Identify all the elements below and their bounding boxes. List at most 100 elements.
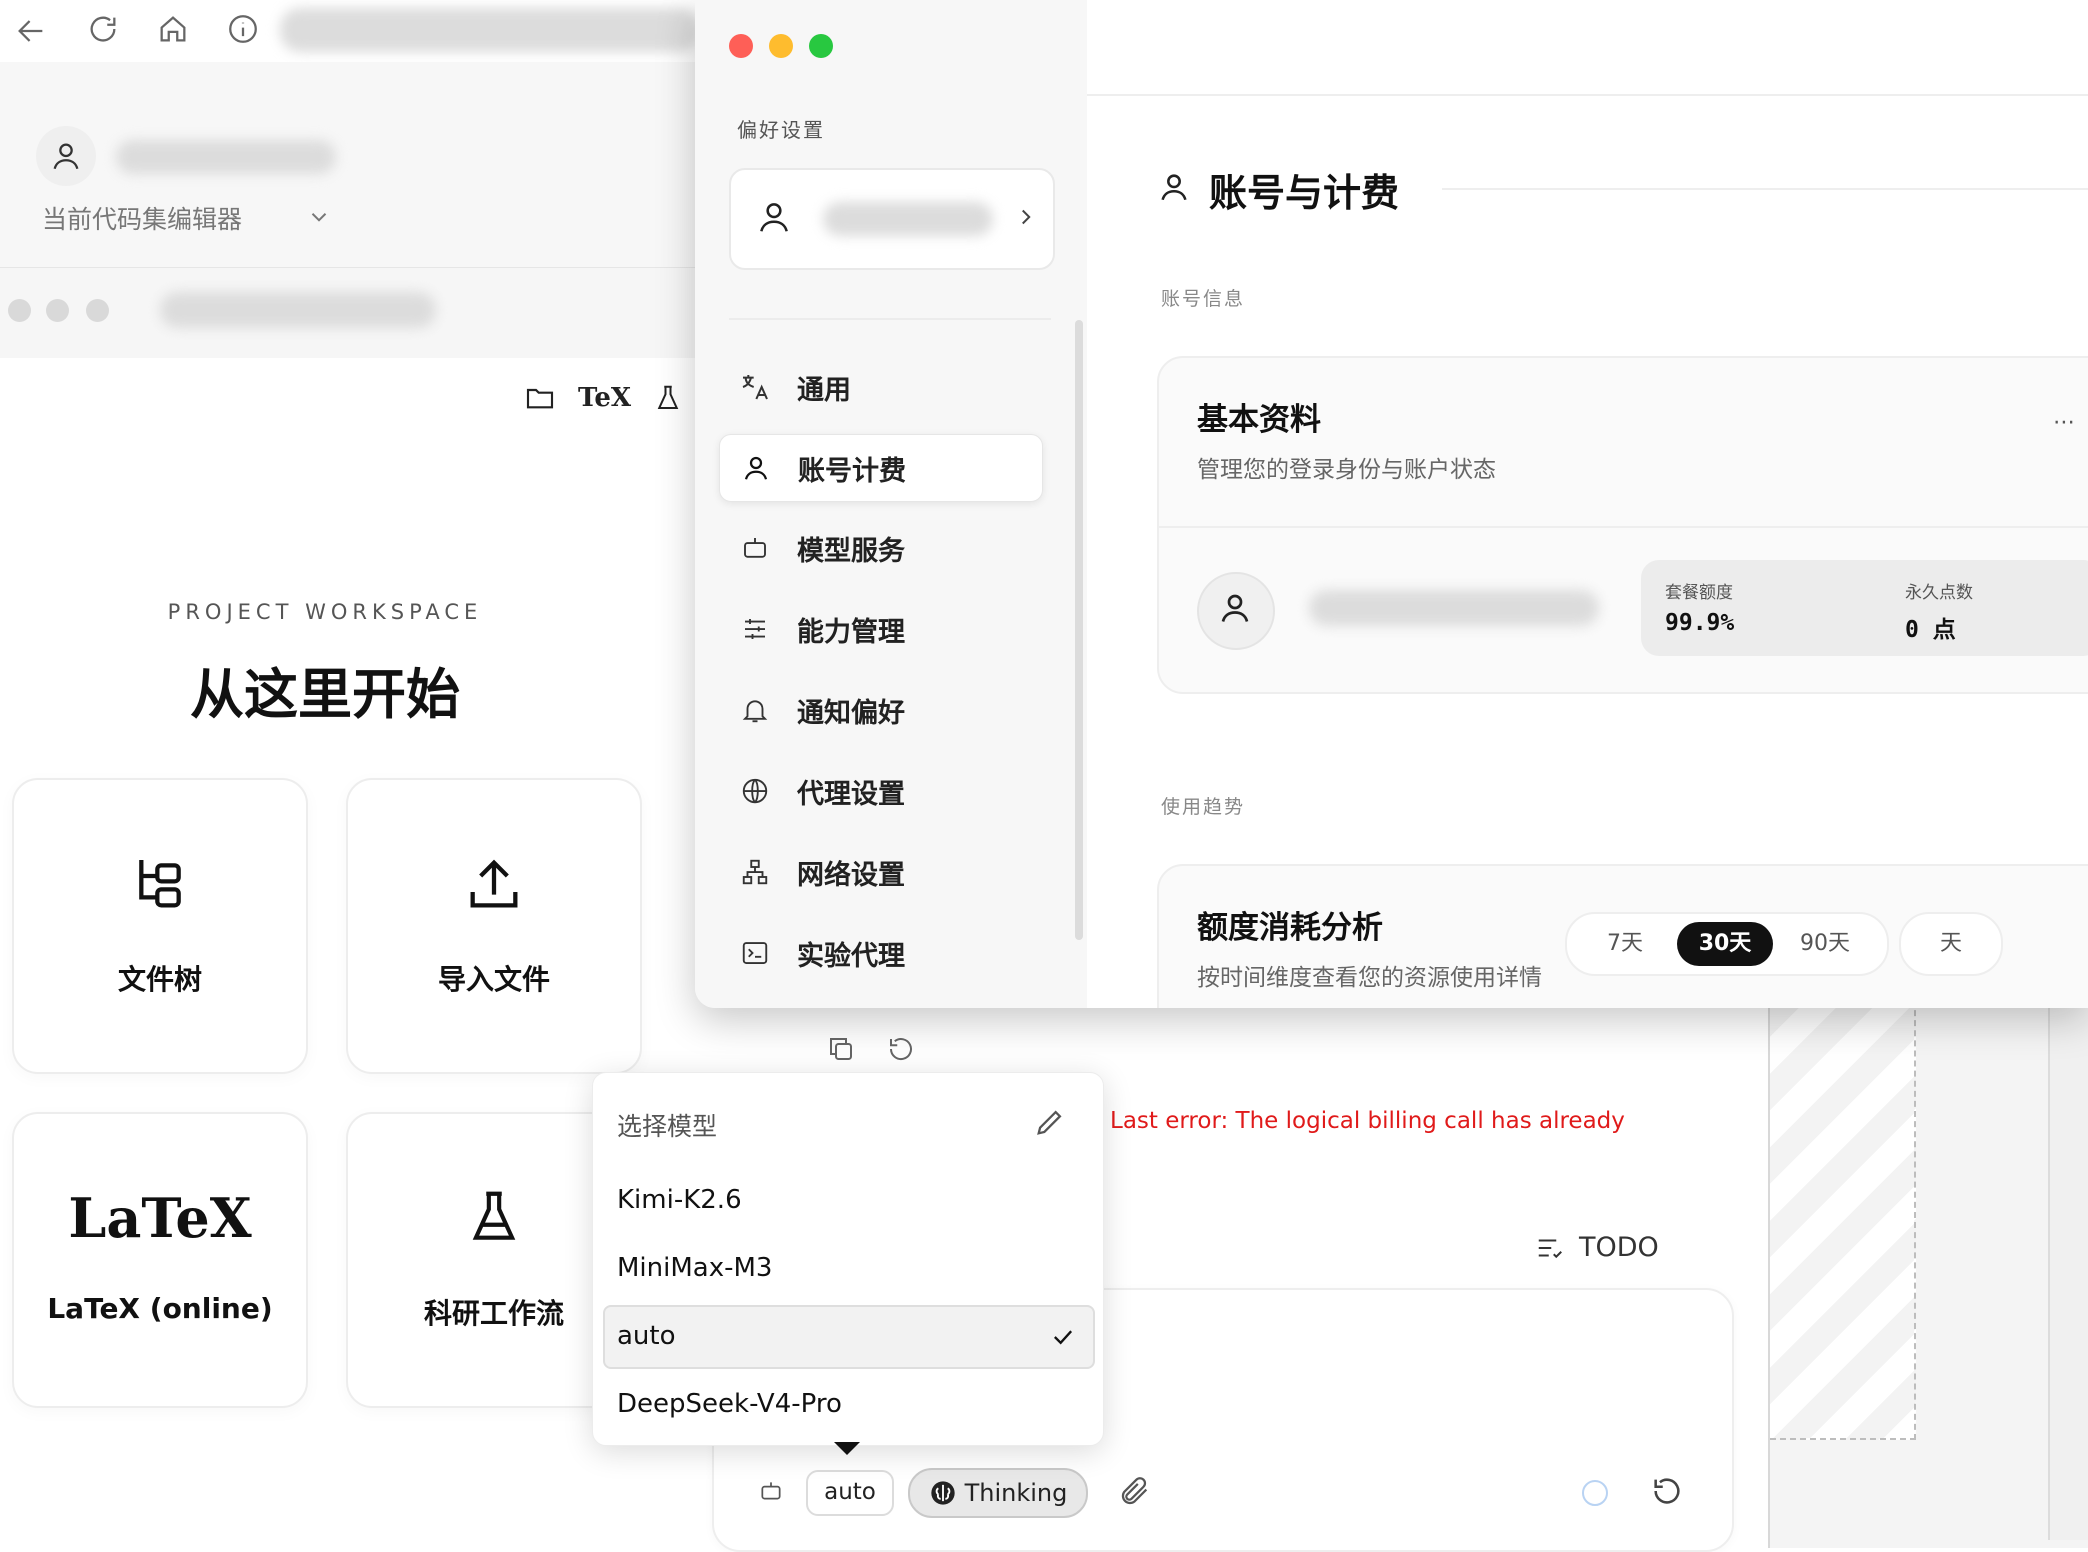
avatar [1197,572,1275,650]
copy-icon[interactable] [826,1034,856,1064]
maximize-button[interactable] [809,34,833,58]
more-icon[interactable]: ⋯ [2053,410,2077,435]
network-icon [737,857,773,887]
model-chip[interactable]: auto [806,1470,894,1516]
nav-item-account-billing[interactable]: 账号计费 [719,434,1043,502]
back-arrow-icon[interactable] [14,14,48,48]
address-bar[interactable] [280,8,700,52]
nav-label: 通用 [797,374,851,406]
account-name-blurred [823,202,993,236]
points-label: 永久点数 [1905,583,1973,603]
nav-label: 代理设置 [797,778,905,810]
chevron-down-icon[interactable] [306,204,332,230]
workspace-toolbar: TeX [524,378,683,418]
upload-icon [348,852,640,916]
card-label: 文件树 [117,963,202,996]
folder-icon[interactable] [524,382,556,414]
close-button[interactable] [729,34,753,58]
robot-icon [737,533,773,563]
window-dot[interactable] [86,299,109,322]
sidebar-scrollbar[interactable] [1075,320,1083,940]
model-option-label: auto [617,1321,676,1351]
error-message: Last error: The logical billing call has… [1110,1108,1625,1134]
edit-icon[interactable] [1033,1105,1067,1139]
model-option[interactable]: DeepSeek-V4-Pro [617,1389,842,1419]
nav-label: 能力管理 [797,616,905,648]
window-dot[interactable] [8,299,31,322]
todo-label: TODO [1579,1232,1659,1263]
nav-item-network[interactable]: 网络设置 [719,839,1041,905]
info-icon[interactable] [226,12,260,46]
workspace-title: 从这里开始 [190,663,460,726]
account-switcher[interactable] [729,168,1055,270]
nav-item-model-service[interactable]: 模型服务 [719,515,1041,581]
nav-label: 通知偏好 [797,697,905,729]
usage-subtitle: 按时间维度查看您的资源使用详情 [1197,965,1542,991]
range-90d[interactable]: 90天 [1777,922,1873,966]
nav-label: 网络设置 [797,859,905,891]
thinking-label: Thinking [964,1479,1068,1507]
nav-label: 账号计费 [798,455,906,487]
flask-icon[interactable] [653,383,683,413]
quota-label: 套餐额度 [1665,583,1733,603]
nav-item-capability[interactable]: 能力管理 [719,596,1041,662]
preview-placeholder [1770,1000,1916,1440]
terminal-icon [737,938,773,968]
reset-icon[interactable] [1650,1474,1684,1508]
user-icon [1217,590,1253,626]
range-30d[interactable]: 30天 [1677,922,1773,966]
user-icon [738,453,774,483]
nav-item-notifications[interactable]: 通知偏好 [719,677,1041,743]
model-dropdown: 选择模型 Kimi-K2.6 MiniMax-M3 auto DeepSeek-… [592,1072,1104,1446]
tex-icon[interactable]: TeX [578,383,631,413]
paperclip-icon[interactable] [1118,1474,1152,1508]
chevron-right-icon [1013,204,1039,230]
usage-title: 额度消耗分析 [1197,910,1383,946]
globe-icon [737,776,773,806]
card-file-tree[interactable]: 文件树 [12,778,308,1074]
profile-title: 基本资料 [1197,402,1321,438]
right-panel-edge [2048,1000,2088,1540]
status-indicator-icon [1582,1480,1608,1506]
profile-subtitle: 管理您的登录身份与账户状态 [1197,457,1496,483]
section-label-account: 账号信息 [1161,288,1246,310]
card-latex-online[interactable]: LaTeX LaTeX (online) [12,1112,308,1408]
robot-icon[interactable] [758,1478,784,1504]
reload-icon[interactable] [86,12,120,46]
home-icon[interactable] [156,12,190,46]
browser-toolbar [0,0,700,63]
quota-value: 99.9% [1665,610,1735,636]
model-option[interactable]: Kimi-K2.6 [617,1185,742,1215]
latex-logo-icon: LaTeX [68,1186,252,1250]
editor-label[interactable]: 当前代码集编辑器 [42,200,242,236]
preferences-window: 偏好设置 通用 账号计费 模型服务 能力管理 通知偏好 代理设置 网络设置 实验… [695,0,2088,1008]
points-value: 0 点 [1905,617,1956,643]
nav-item-general[interactable]: 通用 [719,354,1041,420]
workspace-eyebrow: PROJECT WORKSPACE [167,600,483,624]
profile-divider [1159,526,2088,528]
section-label-usage: 使用趋势 [1161,796,1246,818]
model-option-selected[interactable]: auto [603,1305,1095,1369]
file-tree-icon [14,852,306,916]
card-import-file[interactable]: 导入文件 [346,778,642,1074]
window-dot[interactable] [46,299,69,322]
minimize-button[interactable] [769,34,793,58]
model-option[interactable]: MiniMax-M3 [617,1253,772,1283]
main-divider [1087,94,2088,96]
sidebar-divider [729,318,1051,320]
thinking-toggle[interactable]: Thinking [908,1468,1088,1518]
nav-label: 实验代理 [797,940,905,972]
dropdown-title: 选择模型 [617,1112,718,1141]
brain-icon [929,1479,957,1507]
account-email-blurred [1309,590,1599,626]
card-label: 导入文件 [437,963,550,996]
todo-button[interactable]: TODO [1535,1232,1659,1263]
translate-icon [737,371,773,403]
range-7d[interactable]: 7天 [1577,922,1673,966]
nav-item-experimental-agent[interactable]: 实验代理 [719,920,1041,986]
prefs-main: 账号与计费 账号信息 基本资料 管理您的登录身份与账户状态 ⋯ 套餐额度 99.… [1087,0,2088,1008]
user-icon [36,126,96,186]
range-custom[interactable]: 天 [1899,912,2003,976]
retry-icon[interactable] [886,1034,916,1064]
nav-item-proxy[interactable]: 代理设置 [719,758,1041,824]
